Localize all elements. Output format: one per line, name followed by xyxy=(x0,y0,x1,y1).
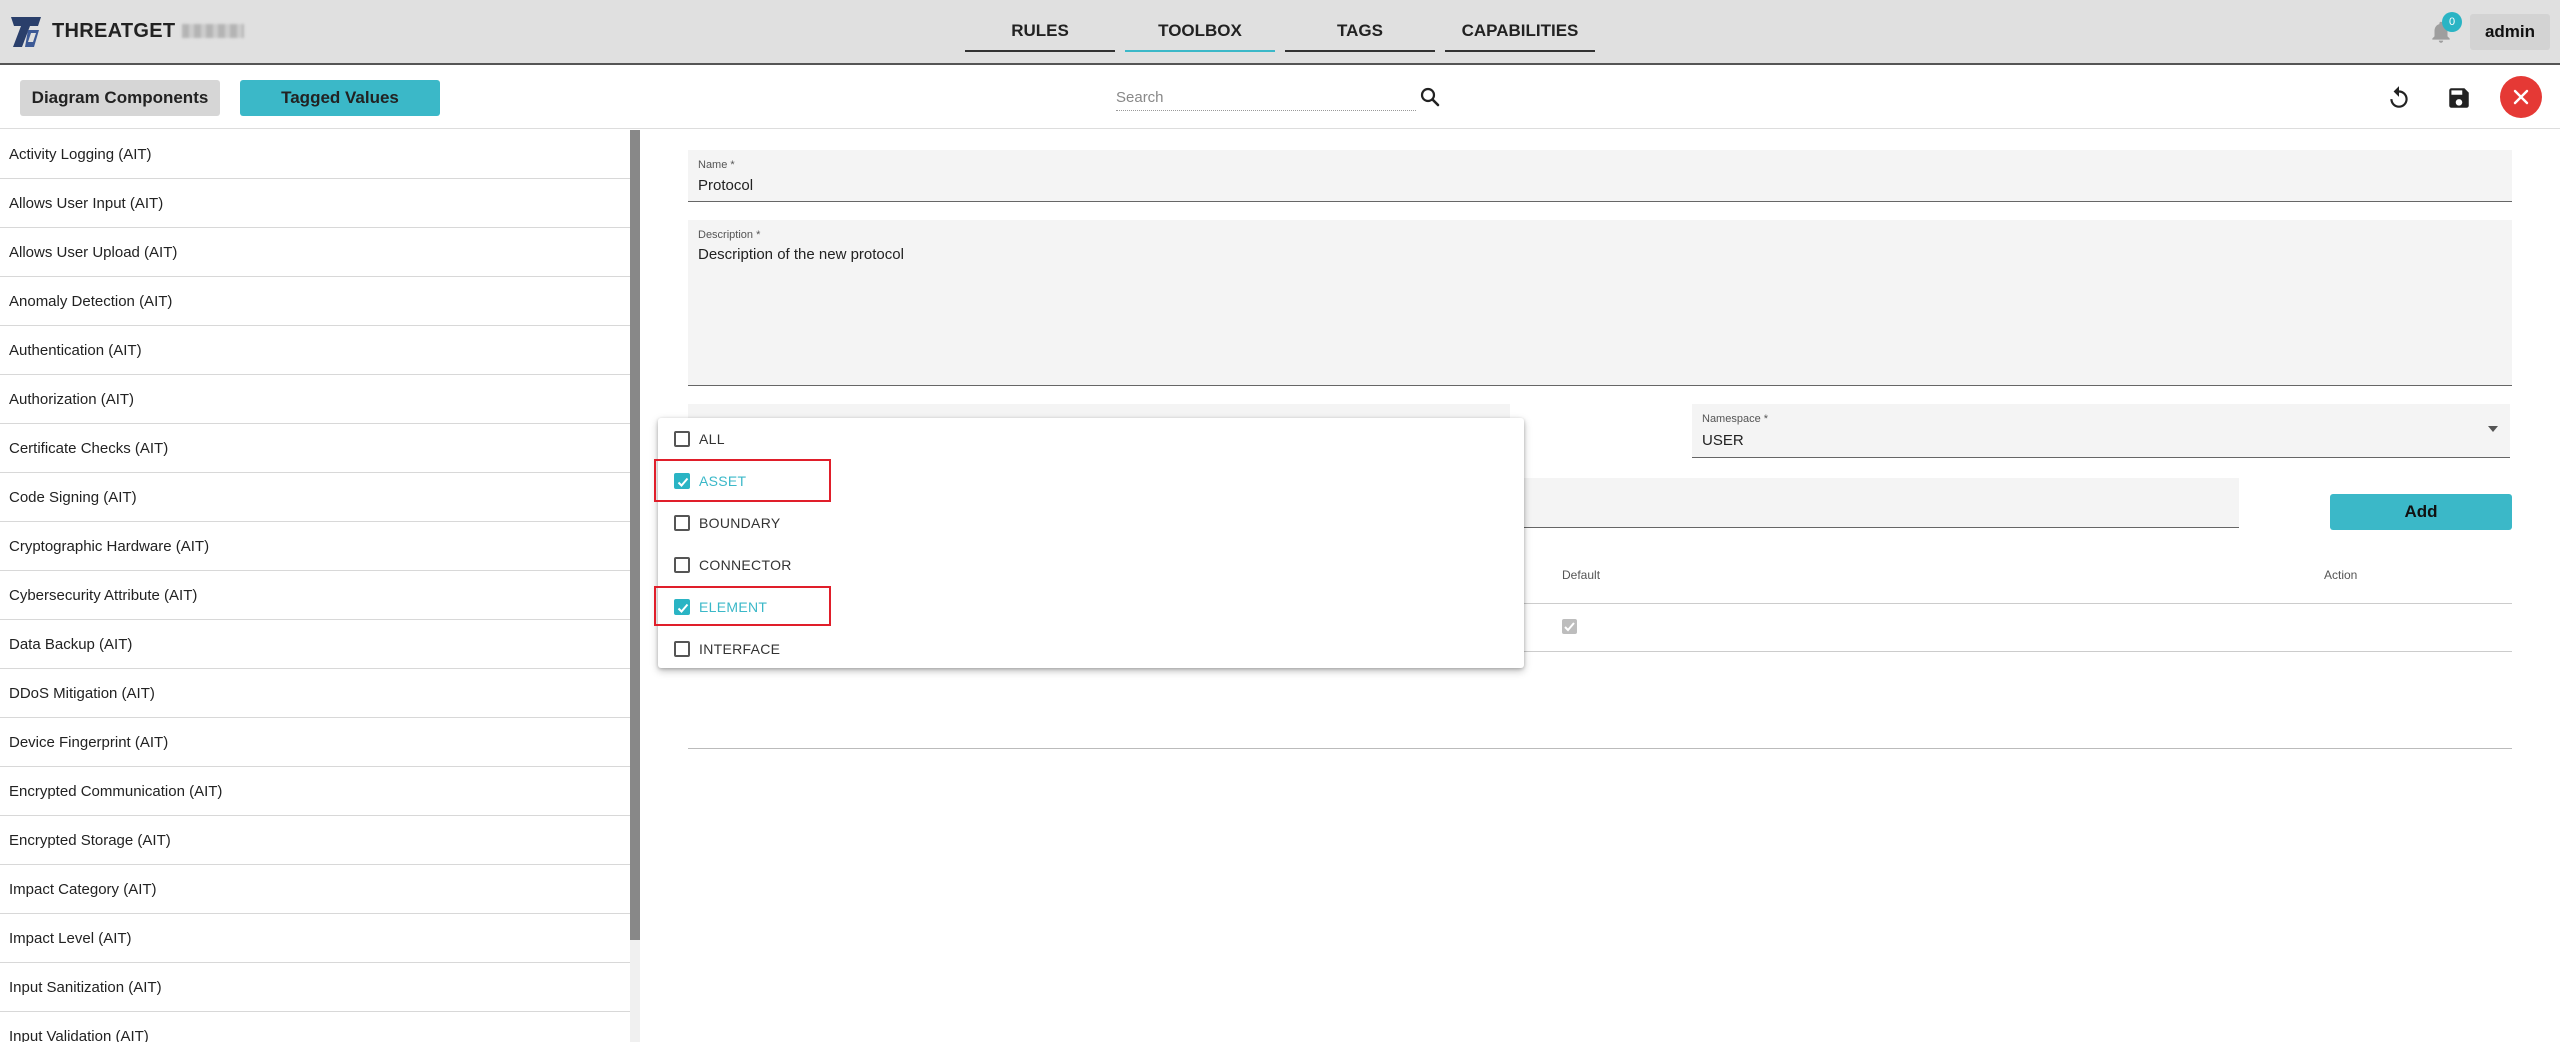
blurred-brand-suffix xyxy=(182,24,244,38)
add-button[interactable]: Add xyxy=(2330,494,2512,530)
sidebar-item[interactable]: Input Sanitization (AIT) xyxy=(0,963,632,1012)
sidebar-item[interactable]: Activity Logging (AIT) xyxy=(0,130,632,179)
sidebar-item[interactable]: Encrypted Communication (AIT) xyxy=(0,767,632,816)
sidebar-item[interactable]: Certificate Checks (AIT) xyxy=(0,424,632,473)
sidebar-item[interactable]: Authorization (AIT) xyxy=(0,375,632,424)
tagged-values-button[interactable]: Tagged Values xyxy=(240,80,440,116)
namespace-label: Namespace * xyxy=(1702,413,1769,425)
sidebar-list: Activity Logging (AIT) Allows User Input… xyxy=(0,130,640,1042)
sidebar-item[interactable]: Cryptographic Hardware (AIT) xyxy=(0,522,632,571)
tab-tags[interactable]: TAGS xyxy=(1285,18,1435,52)
sidebar-item[interactable]: Impact Category (AIT) xyxy=(0,865,632,914)
column-header-default: Default xyxy=(1562,568,1601,582)
sidebar-item[interactable]: Device Fingerprint (AIT) xyxy=(0,718,632,767)
checkbox[interactable] xyxy=(674,641,690,657)
option-label: BOUNDARY xyxy=(699,515,781,531)
checkbox[interactable] xyxy=(674,431,690,447)
name-field[interactable]: Name * Protocol xyxy=(688,150,2512,202)
toolbar: Diagram Components Tagged Values xyxy=(0,67,2560,129)
checkbox[interactable] xyxy=(674,557,690,573)
namespace-value: USER xyxy=(1702,432,1744,449)
sidebar-item[interactable]: Data Backup (AIT) xyxy=(0,620,632,669)
option-label: CONNECTOR xyxy=(699,557,792,573)
sidebar-scrollbar-thumb[interactable] xyxy=(630,130,640,940)
name-label: Name * xyxy=(698,159,735,171)
option-label: INTERFACE xyxy=(699,641,781,657)
highlight-box-asset xyxy=(654,459,831,502)
user-menu-button[interactable]: admin xyxy=(2470,14,2550,50)
sidebar-item[interactable]: Cybersecurity Attribute (AIT) xyxy=(0,571,632,620)
sidebar-item[interactable]: Allows User Upload (AIT) xyxy=(0,228,632,277)
tab-toolbox[interactable]: TOOLBOX xyxy=(1125,18,1275,52)
dropdown-option-boundary[interactable]: BOUNDARY xyxy=(658,502,1524,544)
tab-capabilities[interactable]: CAPABILITIES xyxy=(1445,18,1595,52)
threatget-logo-icon xyxy=(11,17,41,47)
notification-badge: 0 xyxy=(2442,12,2462,32)
sidebar-item[interactable]: Anomaly Detection (AIT) xyxy=(0,277,632,326)
default-checkbox xyxy=(1562,619,1577,634)
dropdown-arrow-icon[interactable] xyxy=(2488,426,2498,432)
diagram-components-button[interactable]: Diagram Components xyxy=(20,80,220,116)
close-button[interactable] xyxy=(2500,76,2542,118)
sidebar-item[interactable]: Code Signing (AIT) xyxy=(0,473,632,522)
namespace-select[interactable]: Namespace * USER xyxy=(1692,404,2510,458)
name-value[interactable]: Protocol xyxy=(698,177,753,194)
highlight-box-element xyxy=(654,586,831,626)
description-label: Description * xyxy=(698,229,761,241)
sidebar-item[interactable]: Allows User Input (AIT) xyxy=(0,179,632,228)
description-field[interactable]: Description * Description of the new pro… xyxy=(688,220,2512,386)
save-icon[interactable] xyxy=(2446,85,2472,111)
search-input[interactable] xyxy=(1116,85,1416,111)
option-label: ALL xyxy=(699,431,725,447)
reset-icon[interactable] xyxy=(2386,85,2412,111)
sidebar-item[interactable]: Authentication (AIT) xyxy=(0,326,632,375)
column-header-action: Action xyxy=(2324,568,2358,582)
sidebar-item[interactable]: DDoS Mitigation (AIT) xyxy=(0,669,632,718)
dropdown-option-connector[interactable]: CONNECTOR xyxy=(658,544,1524,586)
dropdown-option-all[interactable]: ALL xyxy=(658,418,1524,460)
search-icon[interactable] xyxy=(1418,85,1442,109)
section-divider xyxy=(688,748,2512,749)
description-value[interactable]: Description of the new protocol xyxy=(698,246,904,263)
close-icon xyxy=(2513,89,2529,105)
top-bar: THREATGET RULES TOOLBOX TAGS CAPABILITIE… xyxy=(0,0,2560,65)
sidebar-item[interactable]: Impact Level (AIT) xyxy=(0,914,632,963)
check-icon xyxy=(1564,622,1575,632)
brand-name: THREATGET xyxy=(52,20,176,42)
sidebar-item[interactable]: Encrypted Storage (AIT) xyxy=(0,816,632,865)
element-type-dropdown-menu: ALL ASSET BOUNDARY CONNECTOR ELEMENT INT… xyxy=(658,418,1524,668)
sidebar-item[interactable]: Input Validation (AIT) xyxy=(0,1012,632,1042)
checkbox[interactable] xyxy=(674,515,690,531)
tab-rules[interactable]: RULES xyxy=(965,18,1115,52)
dropdown-option-interface[interactable]: INTERFACE xyxy=(658,628,1524,670)
